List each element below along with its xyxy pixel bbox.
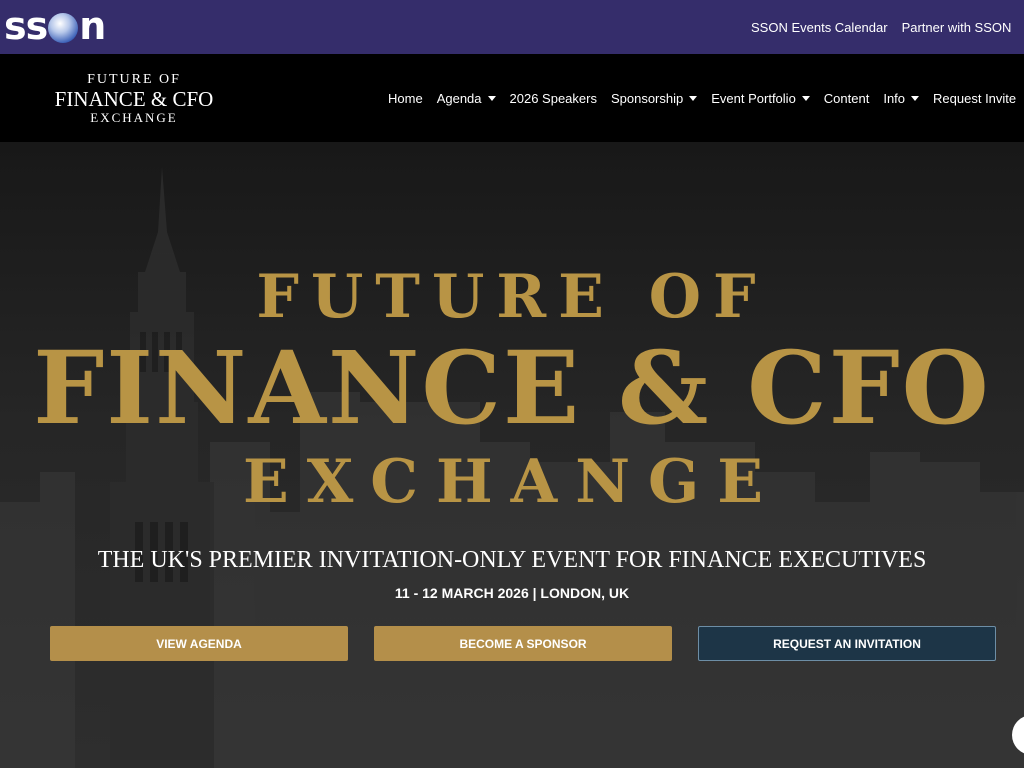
nav-request-invite-label: Request Invite <box>933 90 1017 106</box>
nav-request-invite[interactable]: Request Invite <box>933 91 1016 106</box>
sson-logo[interactable]: ss n <box>4 4 106 48</box>
chevron-down-icon <box>911 95 920 101</box>
hero-title-line1: FUTURE OF <box>256 262 768 332</box>
hero-banner: FUTURE OF FINANCE & CFO EXCHANGE THE UK'… <box>0 142 1024 768</box>
main-navbar: FUTURE OF FINANCE & CFO EXCHANGE Home Ag… <box>0 54 1024 142</box>
nav-2026-speakers[interactable]: 2026 Speakers <box>510 91 597 106</box>
hero-title-line3: EXCHANGE <box>242 447 782 517</box>
event-logo-line2: FINANCE & CFO <box>54 87 214 111</box>
request-invitation-button[interactable]: REQUEST AN INVITATION <box>698 626 996 661</box>
link-sson-events-calendar[interactable]: SSON Events Calendar <box>751 20 888 35</box>
globe-icon <box>48 13 79 43</box>
nav-event-portfolio[interactable]: Event Portfolio <box>711 91 810 106</box>
nav-info[interactable]: Info <box>883 90 920 106</box>
hero-tagline: THE UK'S PREMIER INVITATION-ONLY EVENT F… <box>97 547 927 573</box>
nav-content[interactable]: Content <box>824 91 870 106</box>
nav-event-portfolio-label: Event Portfolio <box>711 90 796 106</box>
nav-sponsorship-label: Sponsorship <box>610 90 684 106</box>
event-logo-line1: FUTURE OF <box>87 72 181 87</box>
event-logo[interactable]: FUTURE OF FINANCE & CFO EXCHANGE <box>34 72 234 126</box>
hero-dateline: 11 - 12 MARCH 2026 | LONDON, UK <box>394 585 630 601</box>
nav-agenda-label: Agenda <box>436 90 482 106</box>
nav-info-label: Info <box>883 90 906 106</box>
top-links: SSON Events Calendar Partner with SSON S… <box>751 0 1024 54</box>
event-logo-line3: EXCHANGE <box>90 110 178 125</box>
nav-home[interactable]: Home <box>388 91 423 106</box>
sson-topbar: ss n SSON Events Calendar Partner with SS… <box>0 0 1024 54</box>
nav-content-label: Content <box>823 90 870 106</box>
chevron-down-icon <box>487 95 496 101</box>
view-agenda-button[interactable]: VIEW AGENDA <box>50 626 348 661</box>
nav-agenda[interactable]: Agenda <box>437 91 496 106</box>
chevron-down-icon <box>689 95 698 101</box>
become-sponsor-button[interactable]: BECOME A SPONSOR <box>374 626 672 661</box>
chevron-down-icon <box>801 95 810 101</box>
nav-home-label: Home <box>388 90 423 106</box>
nav-links: Home Agenda 2026 Speakers Sponsorship Ev… <box>388 54 1016 142</box>
nav-speakers-label: 2026 Speakers <box>509 90 597 106</box>
nav-sponsorship[interactable]: Sponsorship <box>610 90 698 106</box>
link-partner-with-sson[interactable]: Partner with SSON <box>902 20 1012 35</box>
sson-logo-text-right: n <box>79 4 106 48</box>
hero-title-line2: FINANCE & CFO <box>33 329 991 447</box>
sson-logo-text-left: ss <box>4 4 48 48</box>
